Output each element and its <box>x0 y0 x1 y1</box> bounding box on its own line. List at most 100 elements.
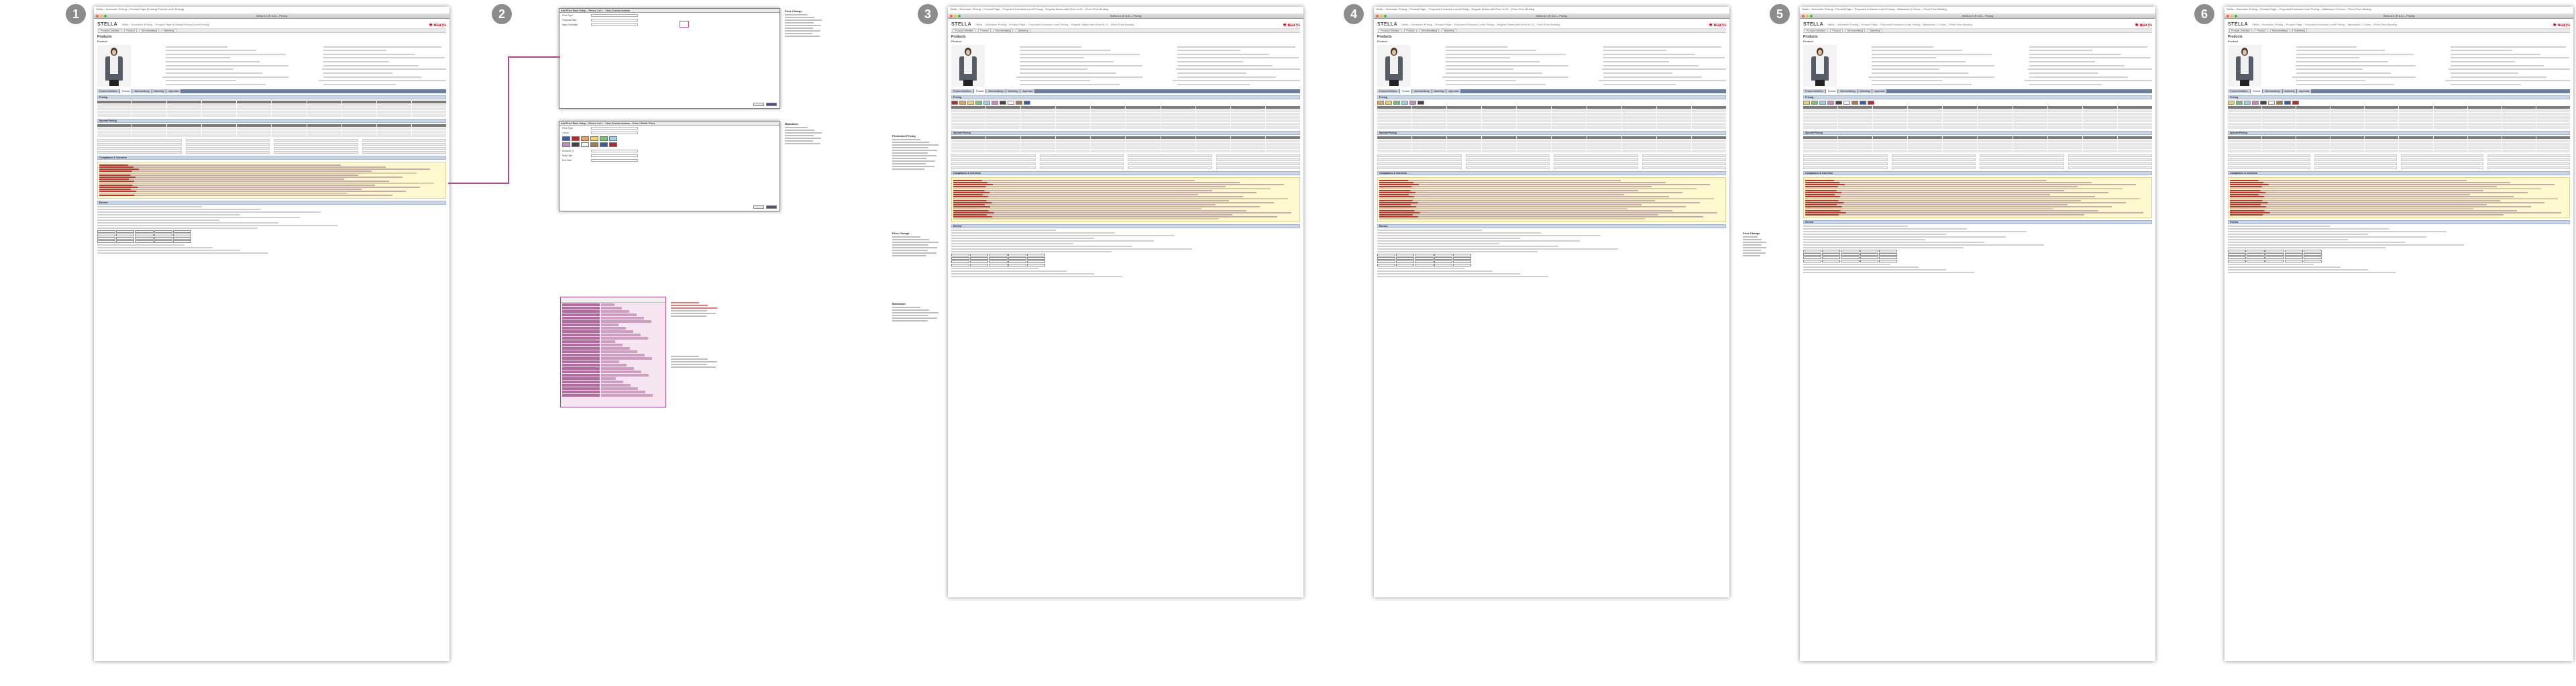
form-field[interactable] <box>1980 158 2064 161</box>
color-swatch[interactable] <box>2236 101 2243 105</box>
tab-2[interactable]: Merchandising <box>132 89 152 93</box>
nav-item[interactable]: Merchandising <box>993 28 1014 33</box>
palette-swatch[interactable] <box>572 136 580 141</box>
table-cell[interactable] <box>951 113 986 115</box>
form-field[interactable] <box>2487 154 2570 157</box>
form-field[interactable] <box>1642 154 1726 157</box>
table-cell[interactable] <box>951 123 986 126</box>
table-cell[interactable] <box>951 119 986 122</box>
form-field[interactable] <box>362 151 446 154</box>
palette-swatch[interactable] <box>581 142 589 147</box>
color-swatch[interactable] <box>991 101 998 105</box>
form-field[interactable] <box>1377 166 1462 169</box>
tab-1[interactable]: Product <box>2250 89 2263 93</box>
form-field[interactable] <box>1803 154 1888 157</box>
palette-swatch[interactable] <box>600 142 608 147</box>
field-input[interactable] <box>591 131 638 134</box>
form-field[interactable] <box>1128 162 1212 165</box>
form-field[interactable] <box>2228 166 2310 169</box>
form-field[interactable] <box>2228 158 2310 161</box>
nav-item[interactable]: Marketing <box>1868 28 1882 33</box>
form-field[interactable] <box>1980 162 2064 165</box>
table-cell[interactable] <box>951 109 986 112</box>
tab-0[interactable]: Product Definition <box>951 89 973 93</box>
nav-item[interactable]: Marketing <box>1442 28 1456 33</box>
form-field[interactable] <box>274 147 358 150</box>
table-cell[interactable] <box>1803 116 1838 119</box>
tab-4[interactable]: Approvals <box>1446 89 1461 93</box>
form-field[interactable] <box>185 151 270 154</box>
palette-swatch[interactable] <box>562 136 570 141</box>
table-cell[interactable] <box>1803 119 1838 122</box>
form-field[interactable] <box>362 139 446 142</box>
table-cell[interactable] <box>951 126 986 129</box>
form-field[interactable] <box>362 147 446 150</box>
table-cell[interactable] <box>1803 123 1838 126</box>
color-swatch[interactable] <box>1377 101 1384 105</box>
color-swatch[interactable] <box>1409 101 1416 105</box>
form-field[interactable] <box>97 147 182 150</box>
color-swatch[interactable] <box>1819 101 1826 105</box>
form-field[interactable] <box>2228 154 2310 157</box>
form-field[interactable] <box>1642 166 1726 169</box>
form-field[interactable] <box>2068 154 2152 157</box>
form-field[interactable] <box>2401 166 2483 169</box>
form-field[interactable] <box>1465 154 1550 157</box>
form-field[interactable] <box>2314 166 2397 169</box>
color-swatch[interactable] <box>2252 101 2259 105</box>
field-input[interactable] <box>591 13 638 17</box>
table-cell[interactable] <box>2228 109 2262 112</box>
form-field[interactable] <box>1216 154 1300 157</box>
form-field[interactable] <box>2314 162 2397 165</box>
nav-item[interactable]: Product Definition <box>1379 28 1402 33</box>
table-cell[interactable] <box>97 114 132 117</box>
table-cell[interactable] <box>1377 126 1412 129</box>
tab-4[interactable]: Approvals <box>2297 89 2312 93</box>
field-input[interactable] <box>591 158 638 162</box>
color-swatch[interactable] <box>1385 101 1392 105</box>
color-swatch[interactable] <box>1835 101 1842 105</box>
color-swatch[interactable] <box>975 101 982 105</box>
form-field[interactable] <box>1128 158 1212 161</box>
color-swatch[interactable] <box>2244 101 2251 105</box>
form-field[interactable] <box>1377 162 1462 165</box>
form-field[interactable] <box>1803 158 1888 161</box>
palette-swatch[interactable] <box>572 142 580 147</box>
table-cell[interactable] <box>1377 109 1412 112</box>
table-cell[interactable] <box>1377 106 1412 109</box>
field-input[interactable] <box>591 18 638 21</box>
tab-0[interactable]: Product Definition <box>1377 89 1399 93</box>
form-field[interactable] <box>274 139 358 142</box>
tab-3[interactable]: Marketing <box>1858 89 1872 93</box>
form-field[interactable] <box>1980 154 2064 157</box>
form-field[interactable] <box>2068 158 2152 161</box>
app-logo[interactable]: STELLA <box>1803 22 1823 27</box>
form-field[interactable] <box>1039 158 1124 161</box>
field-input[interactable] <box>591 126 638 130</box>
nav-item[interactable]: Product Definition <box>2229 28 2253 33</box>
palette-swatch[interactable] <box>581 136 589 141</box>
table-cell[interactable] <box>1377 123 1412 126</box>
nav-item[interactable]: Product <box>1404 28 1417 33</box>
nav-item[interactable]: Product <box>124 28 137 33</box>
table-cell[interactable] <box>1377 116 1412 119</box>
form-field[interactable] <box>185 139 270 142</box>
tab-3[interactable]: Marketing <box>1432 89 1446 93</box>
color-swatch[interactable] <box>983 101 990 105</box>
color-swatch[interactable] <box>1843 101 1850 105</box>
form-field[interactable] <box>1891 154 1976 157</box>
tab-3[interactable]: Marketing <box>2282 89 2297 93</box>
form-field[interactable] <box>1554 158 1638 161</box>
form-field[interactable] <box>97 139 182 142</box>
nav-item[interactable]: Product Definition <box>99 28 122 33</box>
form-field[interactable] <box>2401 154 2483 157</box>
table-cell[interactable] <box>1803 113 1838 115</box>
color-swatch[interactable] <box>1000 101 1006 105</box>
table-cell[interactable] <box>951 116 986 119</box>
nav-item[interactable]: Merchandising <box>2269 28 2290 33</box>
form-field[interactable] <box>2314 158 2397 161</box>
form-field[interactable] <box>1465 166 1550 169</box>
form-field[interactable] <box>2228 162 2310 165</box>
color-swatch[interactable] <box>1827 101 1834 105</box>
color-swatch[interactable] <box>1803 101 1810 105</box>
